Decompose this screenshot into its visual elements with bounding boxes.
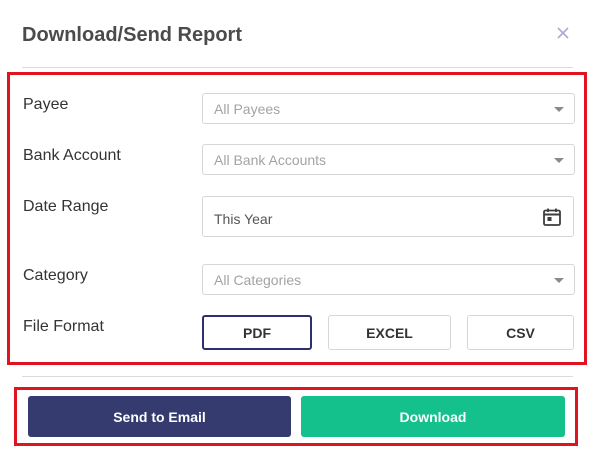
category-select-value: All Categories <box>214 272 302 288</box>
date-range-label: Date Range <box>23 198 109 215</box>
date-range-value: This Year <box>214 211 273 227</box>
chevron-down-icon <box>554 107 564 112</box>
calendar-icon[interactable] <box>542 207 562 227</box>
footer-divider <box>22 376 573 377</box>
date-range-input[interactable]: This Year <box>202 196 574 237</box>
bank-account-label: Bank Account <box>23 147 121 164</box>
format-csv-button[interactable]: CSV <box>467 315 574 350</box>
chevron-down-icon <box>554 158 564 163</box>
header-divider <box>22 67 573 68</box>
file-format-label: File Format <box>23 318 104 335</box>
format-excel-button[interactable]: EXCEL <box>328 315 451 350</box>
payee-select-value: All Payees <box>214 101 281 117</box>
download-send-report-dialog: Download/Send Report Payee All Payees Ba… <box>0 0 595 450</box>
payee-label: Payee <box>23 96 69 113</box>
dialog-title: Download/Send Report <box>22 24 242 46</box>
chevron-down-icon <box>554 278 564 283</box>
download-button[interactable]: Download <box>301 396 565 437</box>
payee-select[interactable]: All Payees <box>202 93 575 124</box>
close-icon[interactable] <box>554 24 572 42</box>
send-to-email-button[interactable]: Send to Email <box>28 396 291 437</box>
category-select[interactable]: All Categories <box>202 264 575 295</box>
bank-account-select[interactable]: All Bank Accounts <box>202 144 575 175</box>
category-label: Category <box>23 267 88 284</box>
bank-account-select-value: All Bank Accounts <box>214 152 327 168</box>
format-pdf-button[interactable]: PDF <box>202 315 312 350</box>
